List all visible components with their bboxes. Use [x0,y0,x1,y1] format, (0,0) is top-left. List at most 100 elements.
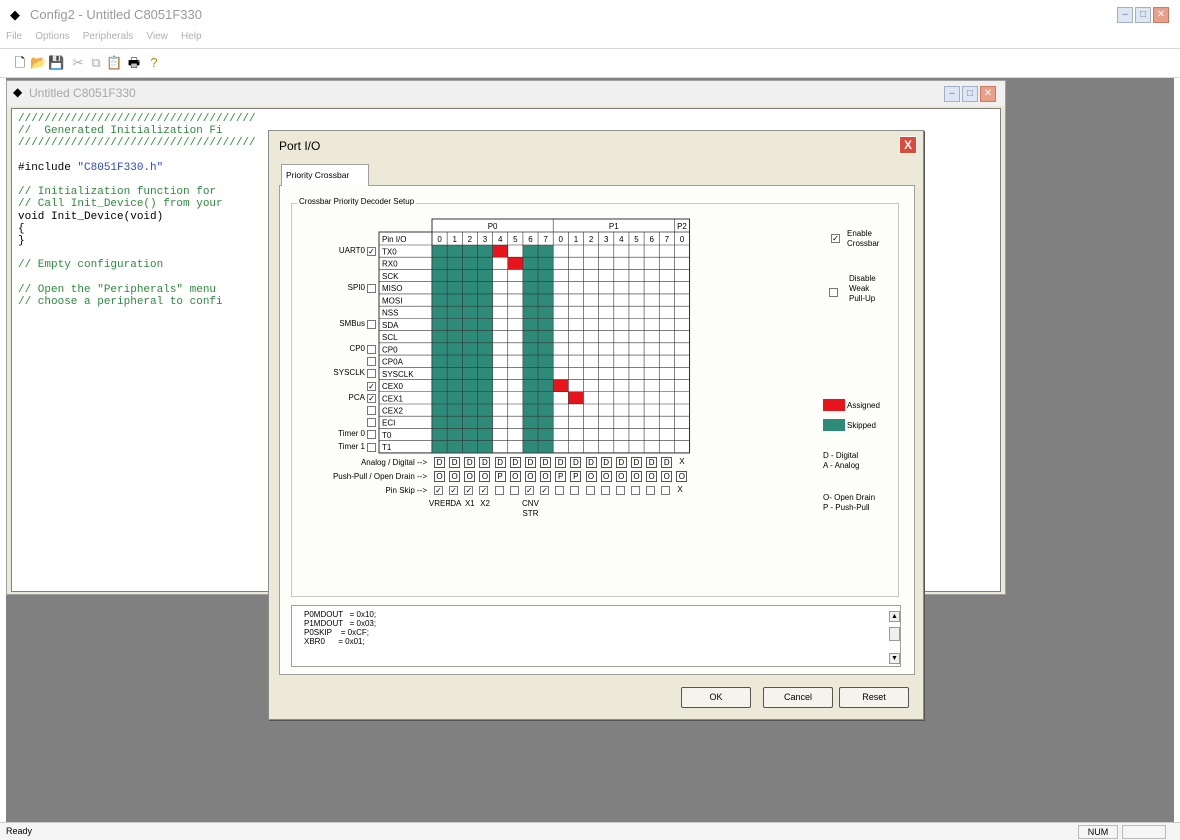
pinskip-checkbox[interactable] [646,485,656,495]
pushpull-toggle[interactable]: O [524,470,536,482]
analog-digital-toggle[interactable]: D [464,456,476,468]
menu-help[interactable]: Help [181,31,202,42]
pushpull-toggle[interactable]: O [479,470,491,482]
pinskip-checkbox[interactable]: ✓ [449,485,459,495]
peripheral-checkbox[interactable] [367,418,376,428]
minimize-icon[interactable]: – [1117,7,1133,23]
signal-label: TX0 [382,248,397,257]
pinskip-checkbox[interactable]: ✓ [524,485,534,495]
legend-open-drain: O- Open Drain [823,493,876,502]
child-maximize-icon[interactable]: □ [962,86,978,102]
pushpull-toggle[interactable]: O [600,470,612,482]
pinskip-checkbox[interactable]: ✓ [464,485,474,495]
pushpull-toggle[interactable]: O [646,470,658,482]
analog-digital-toggle[interactable]: D [585,456,597,468]
menu-options[interactable]: Options [35,31,69,42]
peripheral-checkbox[interactable] [367,283,376,293]
open-folder-icon[interactable]: 📂 [30,55,46,71]
menu-peripherals[interactable]: Peripherals [83,31,134,42]
peripheral-checkbox[interactable] [367,344,376,354]
menu-view[interactable]: View [146,31,168,42]
pushpull-toggle[interactable]: O [615,470,627,482]
analog-digital-toggle[interactable]: D [661,456,673,468]
pinskip-checkbox[interactable] [494,485,504,495]
peripheral-checkbox[interactable] [367,405,376,415]
save-icon[interactable]: 💾 [48,55,64,71]
child-close-icon[interactable]: ✕ [980,86,996,102]
close-icon[interactable]: ✕ [1153,7,1169,23]
pushpull-toggle[interactable]: O [676,470,688,482]
analog-digital-toggle[interactable]: D [555,456,567,468]
pushpull-toggle[interactable]: O [585,470,597,482]
pushpull-toggle[interactable]: P [555,470,567,482]
peripheral-checkbox[interactable]: ✓ [367,393,376,403]
analog-digital-toggle[interactable]: D [630,456,642,468]
scroll-up-icon[interactable]: ▲ [889,611,900,622]
analog-digital-toggle[interactable]: D [449,456,461,468]
pushpull-toggle[interactable]: O [661,470,673,482]
pinskip-checkbox[interactable] [600,485,610,495]
peripheral-checkbox[interactable] [367,320,376,330]
analog-digital-toggle[interactable]: D [600,456,612,468]
pushpull-toggle[interactable]: O [449,470,461,482]
analog-digital-toggle[interactable]: D [524,456,536,468]
maximize-icon[interactable]: □ [1135,7,1151,23]
size-grip[interactable] [1122,825,1166,839]
analog-digital-toggle[interactable]: D [615,456,627,468]
pinskip-checkbox[interactable] [509,485,519,495]
enable-crossbar-checkbox[interactable]: ✓ [831,234,840,243]
pinskip-checkbox[interactable]: ✓ [434,485,443,495]
analog-digital-toggle[interactable]: D [434,456,445,468]
pushpull-toggle[interactable]: O [509,470,521,482]
ok-button[interactable]: OK [681,687,751,708]
child-logo-icon: ◆ [13,85,23,99]
pin-number-header: 4 [498,235,503,244]
pinskip-checkbox[interactable] [615,485,625,495]
signal-label: SDA [382,321,399,330]
pushpull-toggle[interactable]: P [494,470,506,482]
copy-icon[interactable]: ⧉ [88,55,104,71]
child-minimize-icon[interactable]: – [944,86,960,102]
pinskip-checkbox[interactable] [661,485,671,495]
enable-crossbar-label-1: Enable [847,229,872,238]
print-icon[interactable]: 🖶 [126,55,142,71]
pushpull-toggle[interactable]: O [630,470,642,482]
analog-digital-toggle[interactable]: D [479,456,491,468]
signal-label: CP0A [382,358,404,367]
peripheral-checkbox[interactable]: ✓ [367,381,376,391]
pinskip-checkbox[interactable]: ✓ [479,485,489,495]
peripheral-checkbox[interactable] [367,369,376,379]
pinskip-checkbox[interactable] [555,485,565,495]
reset-button[interactable]: Reset [839,687,909,708]
pushpull-toggle[interactable]: O [434,470,445,482]
new-file-icon[interactable]: 🗋 [12,55,28,71]
pinskip-checkbox[interactable] [630,485,640,495]
pushpull-toggle[interactable]: O [540,470,552,482]
pushpull-toggle[interactable]: O [464,470,476,482]
peripheral-checkbox[interactable]: ✓ [367,247,376,256]
cut-icon[interactable]: ✂ [70,55,86,71]
analog-digital-toggle[interactable]: D [509,456,521,468]
scroll-thumb[interactable] [889,627,900,641]
peripheral-checkbox[interactable] [367,430,376,440]
pin-number-header: 7 [543,235,548,244]
pinskip-checkbox[interactable] [585,485,595,495]
port-header-p0: P0 [488,222,498,231]
peripheral-checkbox[interactable] [367,357,376,367]
paste-icon[interactable]: 📋 [106,55,122,71]
pinskip-checkbox[interactable]: ✓ [540,485,550,495]
peripheral-checkbox[interactable] [367,442,376,452]
analog-digital-toggle[interactable]: D [494,456,506,468]
cancel-button[interactable]: Cancel [763,687,833,708]
analog-digital-toggle[interactable]: D [540,456,552,468]
menu-file[interactable]: File [6,31,22,42]
pin-number-header: 7 [665,235,670,244]
scroll-down-icon[interactable]: ▼ [889,653,900,664]
analog-digital-toggle[interactable]: D [646,456,658,468]
pinskip-checkbox[interactable] [570,485,580,495]
analog-digital-toggle[interactable]: D [570,456,582,468]
disable-weak-pullup-checkbox[interactable] [829,288,838,297]
help-icon[interactable]: ? [146,55,162,71]
disable-weak-pullup-label-2: Weak [849,284,870,293]
pushpull-toggle[interactable]: P [570,470,582,482]
